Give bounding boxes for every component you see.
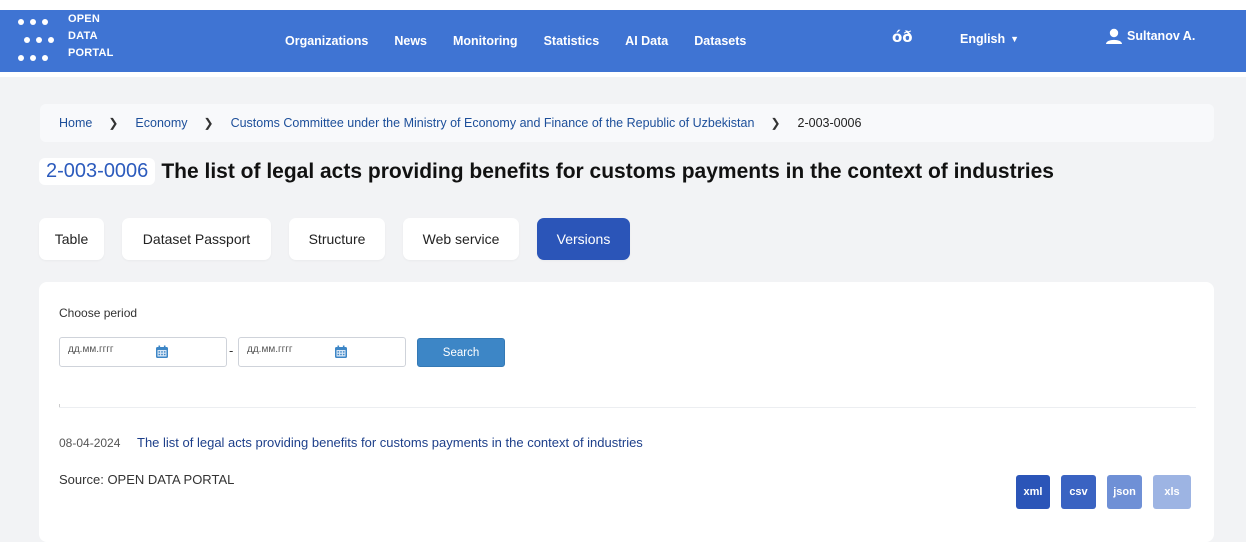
accessibility-glasses-icon[interactable]: óð: [892, 28, 913, 46]
search-button[interactable]: Search: [417, 338, 505, 367]
date-from-input[interactable]: [68, 344, 148, 355]
breadcrumb: Home ❯ Economy ❯ Customs Committee under…: [40, 104, 1214, 142]
logo-line: PORTAL: [68, 47, 114, 59]
calendar-icon[interactable]: [155, 345, 169, 359]
breadcrumb-home[interactable]: Home: [40, 116, 92, 130]
caret-down-icon: ▼: [1010, 34, 1020, 44]
navbar: OPEN DATA PORTAL Organizations News Moni…: [0, 10, 1246, 72]
download-json-button[interactable]: json: [1107, 475, 1142, 509]
breadcrumb-current: 2-003-0006: [797, 116, 862, 130]
download-csv-button[interactable]: csv: [1061, 475, 1096, 509]
tab-web-service[interactable]: Web service: [403, 218, 519, 260]
user-menu[interactable]: Sultanov A.: [1105, 28, 1195, 44]
download-xml-button[interactable]: xml: [1016, 475, 1050, 509]
date-from-field[interactable]: [59, 337, 227, 367]
main-nav: Organizations News Monitoring Statistics…: [285, 10, 772, 72]
versions-panel: Choose period -: [39, 282, 1214, 542]
logo-dots-icon: [14, 17, 70, 65]
nav-news[interactable]: News: [394, 34, 427, 48]
divider: [59, 407, 1196, 408]
source-value: OPEN DATA PORTAL: [107, 472, 235, 487]
version-source: Source: OPEN DATA PORTAL: [59, 472, 234, 487]
breadcrumb-organization[interactable]: Customs Committee under the Ministry of …: [214, 116, 755, 130]
version-date: 08-04-2024: [59, 436, 121, 450]
tab-versions[interactable]: Versions: [537, 218, 630, 260]
tab-dataset-passport[interactable]: Dataset Passport: [122, 218, 271, 260]
chevron-right-icon: ❯: [770, 116, 781, 130]
period-separator: -: [229, 344, 234, 358]
nav-organizations[interactable]: Organizations: [285, 34, 368, 48]
nav-monitoring[interactable]: Monitoring: [453, 34, 518, 48]
logo-line: OPEN: [68, 13, 100, 25]
source-label: Source:: [59, 472, 104, 487]
nav-statistics[interactable]: Statistics: [544, 34, 600, 48]
breadcrumb-category[interactable]: Economy: [118, 116, 187, 130]
chevron-right-icon: ❯: [108, 116, 119, 130]
nav-datasets[interactable]: Datasets: [694, 34, 746, 48]
dataset-tabs: Table Dataset Passport Structure Web ser…: [39, 218, 648, 260]
nav-ai-data[interactable]: AI Data: [625, 34, 668, 48]
date-to-input[interactable]: [247, 344, 327, 355]
period-label: Choose period: [59, 306, 138, 320]
language-selector[interactable]: English ▼: [960, 32, 1019, 46]
page-title-row: 2-003-0006 The list of legal acts provid…: [39, 158, 1054, 185]
tab-table[interactable]: Table: [39, 218, 104, 260]
portal-logo[interactable]: OPEN DATA PORTAL: [14, 13, 154, 67]
logo-line: DATA: [68, 30, 98, 42]
calendar-icon[interactable]: [334, 345, 348, 359]
date-to-field[interactable]: [238, 337, 406, 367]
version-title-link[interactable]: The list of legal acts providing benefit…: [137, 435, 643, 450]
logo-text: OPEN DATA PORTAL: [68, 11, 114, 62]
chevron-right-icon: ❯: [203, 116, 214, 130]
download-xls-button[interactable]: xls: [1153, 475, 1191, 509]
tab-structure[interactable]: Structure: [289, 218, 385, 260]
user-name: Sultanov A.: [1127, 29, 1196, 43]
dataset-code-badge: 2-003-0006: [39, 158, 156, 185]
user-icon: [1106, 28, 1122, 44]
language-label: English: [960, 32, 1006, 46]
page-title: The list of legal acts providing benefit…: [161, 159, 1054, 183]
